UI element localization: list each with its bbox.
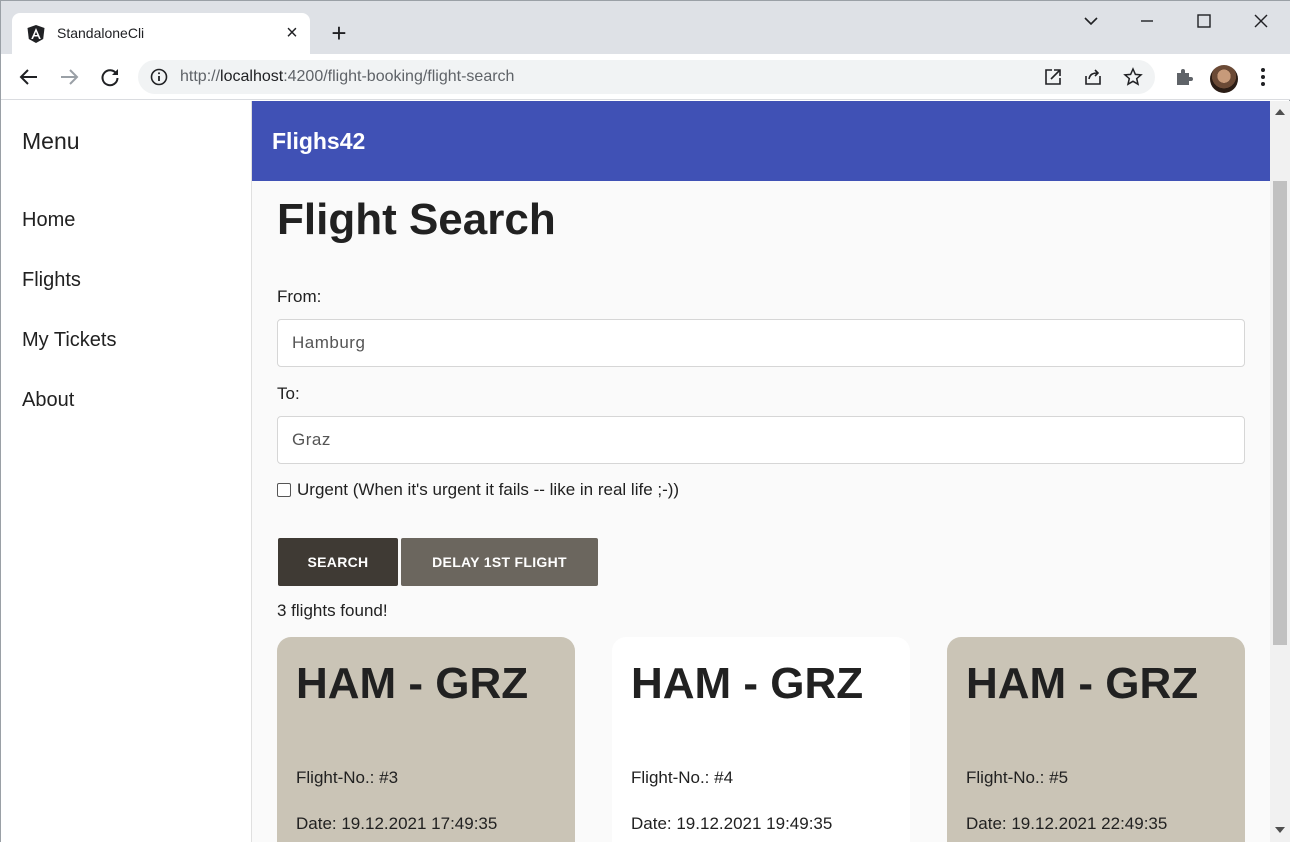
forward-icon[interactable] (57, 65, 81, 89)
flight-route: HAM - GRZ (966, 659, 1199, 708)
minimize-icon[interactable] (1137, 11, 1157, 31)
scroll-down-icon[interactable] (1275, 827, 1285, 833)
flight-number: Flight-No.: #4 (631, 768, 734, 787)
url-path: :4200/flight-booking/flight-search (283, 68, 515, 85)
sidebar-item-flights[interactable]: Flights (22, 269, 81, 292)
profile-avatar[interactable] (1210, 65, 1238, 93)
maximize-icon[interactable] (1194, 11, 1214, 31)
address-bar[interactable]: http://localhost:4200/flight-booking/fli… (138, 60, 1155, 94)
sidebar-item-my-tickets[interactable]: My Tickets (22, 329, 116, 352)
tab-search-icon[interactable] (1081, 11, 1101, 31)
close-window-icon[interactable] (1251, 11, 1271, 31)
open-in-app-icon[interactable] (1043, 67, 1063, 87)
back-icon[interactable] (17, 65, 41, 89)
reload-icon[interactable] (98, 65, 122, 89)
more-menu-icon[interactable] (1252, 66, 1274, 88)
urgent-row: Urgent (When it's urgent it fails -- lik… (277, 479, 679, 501)
flight-route: HAM - GRZ (296, 659, 529, 708)
flight-route: HAM - GRZ (631, 659, 864, 708)
app-title: Flighs42 (272, 128, 366, 154)
flight-date: Date: 19.12.2021 17:49:35 (296, 814, 498, 833)
result-count: 3 flights found! (277, 601, 388, 620)
flight-date: Date: 19.12.2021 22:49:35 (966, 814, 1168, 833)
tab-title: StandaloneCli (57, 25, 145, 41)
url-host: localhost (220, 68, 284, 85)
menu-title: Menu (22, 128, 80, 154)
extensions-icon[interactable] (1173, 66, 1195, 88)
scroll-up-icon[interactable] (1275, 109, 1285, 115)
browser-toolbar: http://localhost:4200/flight-booking/fli… (1, 54, 1290, 100)
page-title: Flight Search (277, 195, 556, 244)
urgent-label[interactable]: Urgent (When it's urgent it fails -- lik… (297, 480, 679, 500)
url-text[interactable]: http://localhost:4200/flight-booking/fli… (180, 68, 514, 86)
sidebar-item-about[interactable]: About (22, 389, 74, 412)
site-info-icon[interactable] (150, 68, 168, 86)
sidebar: Menu Home Flights My Tickets About (1, 101, 252, 842)
flight-number: Flight-No.: #5 (966, 768, 1069, 787)
main-content: Flight Search From: To: Urgent (When it'… (252, 181, 1270, 842)
app-toolbar: Flighs42 (252, 101, 1270, 181)
sidebar-item-home[interactable]: Home (22, 209, 75, 232)
delay-first-flight-button[interactable]: DELAY 1ST FLIGHT (401, 538, 598, 586)
flight-card[interactable]: HAM - GRZ Flight-No.: #3 Date: 19.12.202… (277, 637, 575, 842)
scroll-thumb[interactable] (1273, 181, 1287, 645)
browser-tab[interactable]: StandaloneCli × (12, 13, 310, 54)
flight-number: Flight-No.: #3 (296, 768, 399, 787)
from-input[interactable] (277, 319, 1245, 367)
urgent-checkbox[interactable] (277, 483, 291, 497)
browser-tabstrip: StandaloneCli × + (1, 1, 1290, 54)
from-label: From: (277, 287, 322, 306)
to-label: To: (277, 384, 300, 403)
to-input[interactable] (277, 416, 1245, 464)
flight-card[interactable]: HAM - GRZ Flight-No.: #5 Date: 19.12.202… (947, 637, 1245, 842)
new-tab-icon[interactable]: + (327, 20, 351, 46)
share-icon[interactable] (1083, 67, 1103, 87)
page-scrollbar[interactable] (1270, 101, 1290, 842)
url-scheme: http:// (180, 68, 221, 85)
bookmark-star-icon[interactable] (1123, 67, 1143, 87)
tab-close-icon[interactable]: × (282, 23, 302, 43)
flight-card[interactable]: HAM - GRZ Flight-No.: #4 Date: 19.12.202… (612, 637, 910, 842)
search-button[interactable]: SEARCH (278, 538, 398, 586)
angular-icon (27, 25, 45, 43)
flight-date: Date: 19.12.2021 19:49:35 (631, 814, 833, 833)
